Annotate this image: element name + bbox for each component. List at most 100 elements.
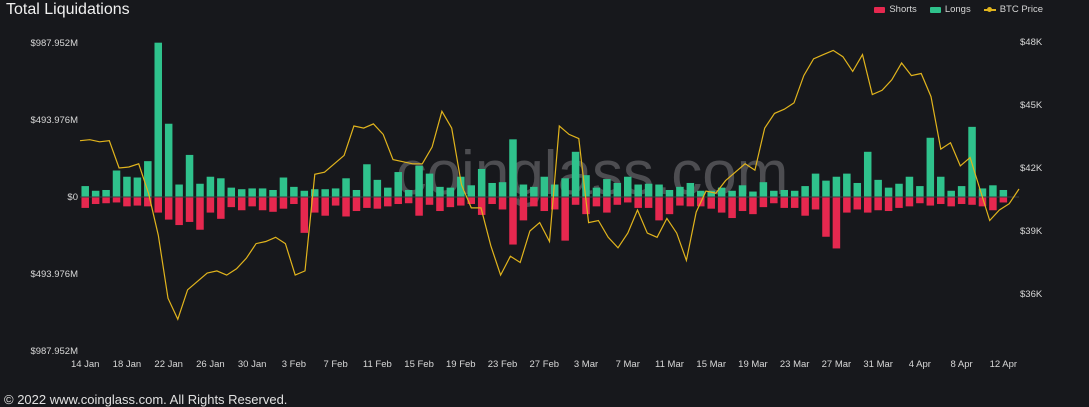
short-bar[interactable] xyxy=(384,197,392,207)
short-bar[interactable] xyxy=(488,197,496,205)
long-bar[interactable] xyxy=(623,176,632,197)
long-bar[interactable] xyxy=(331,188,340,197)
long-bar[interactable] xyxy=(728,190,736,197)
short-bar[interactable] xyxy=(509,197,517,245)
short-bar[interactable] xyxy=(571,197,580,205)
short-bar[interactable] xyxy=(561,197,569,241)
long-bar[interactable] xyxy=(363,164,371,197)
short-bar[interactable] xyxy=(644,197,653,208)
long-bar[interactable] xyxy=(175,184,183,197)
short-bar[interactable] xyxy=(300,197,309,233)
short-bar[interactable] xyxy=(91,197,100,205)
short-bar[interactable] xyxy=(603,197,611,213)
long-bar[interactable] xyxy=(258,188,267,197)
long-bar[interactable] xyxy=(112,170,121,197)
short-bar[interactable] xyxy=(217,197,225,219)
short-bar[interactable] xyxy=(801,197,809,216)
short-bar[interactable] xyxy=(519,197,528,221)
long-bar[interactable] xyxy=(446,187,455,197)
long-bar[interactable] xyxy=(352,189,361,197)
short-bar[interactable] xyxy=(728,197,736,219)
long-bar[interactable] xyxy=(644,183,653,197)
long-bar[interactable] xyxy=(770,190,778,197)
long-bar[interactable] xyxy=(561,178,569,197)
long-bar[interactable] xyxy=(916,186,924,197)
long-bar[interactable] xyxy=(665,189,674,197)
short-bar[interactable] xyxy=(164,197,173,220)
short-bar[interactable] xyxy=(196,197,204,230)
long-bar[interactable] xyxy=(853,182,862,197)
short-bar[interactable] xyxy=(822,197,830,237)
long-bar[interactable] xyxy=(790,190,799,197)
short-bar[interactable] xyxy=(81,197,89,208)
long-bar[interactable] xyxy=(738,185,747,197)
long-bar[interactable] xyxy=(102,189,110,197)
long-bar[interactable] xyxy=(926,137,935,197)
short-bar[interactable] xyxy=(936,197,945,205)
long-bar[interactable] xyxy=(342,178,350,197)
short-bar[interactable] xyxy=(404,197,413,204)
short-bar[interactable] xyxy=(530,197,538,207)
short-bar[interactable] xyxy=(676,197,684,206)
long-bar[interactable] xyxy=(530,186,538,197)
short-bar[interactable] xyxy=(123,197,131,207)
long-bar[interactable] xyxy=(509,139,517,197)
short-bar[interactable] xyxy=(248,197,256,207)
short-bar[interactable] xyxy=(185,197,194,222)
long-bar[interactable] xyxy=(655,184,663,197)
short-bar[interactable] xyxy=(436,197,444,212)
short-bar[interactable] xyxy=(843,197,851,213)
long-bar[interactable] xyxy=(676,186,684,197)
short-bar[interactable] xyxy=(279,197,288,209)
long-bar[interactable] xyxy=(394,172,402,197)
long-bar[interactable] xyxy=(957,186,966,197)
long-bar[interactable] xyxy=(936,176,945,197)
long-bar[interactable] xyxy=(749,191,757,197)
short-bar[interactable] xyxy=(363,197,371,208)
long-bar[interactable] xyxy=(571,151,580,197)
short-bar[interactable] xyxy=(916,197,924,204)
long-bar[interactable] xyxy=(811,173,820,197)
long-bar[interactable] xyxy=(384,187,392,197)
long-bar[interactable] xyxy=(592,187,601,197)
long-bar[interactable] xyxy=(989,185,997,197)
long-bar[interactable] xyxy=(279,177,288,197)
long-bar[interactable] xyxy=(436,186,444,197)
long-bar[interactable] xyxy=(154,42,163,198)
long-bar[interactable] xyxy=(843,173,851,197)
short-bar[interactable] xyxy=(905,197,914,207)
short-bar[interactable] xyxy=(770,197,778,204)
long-bar[interactable] xyxy=(290,186,298,197)
short-bar[interactable] xyxy=(968,197,976,205)
short-bar[interactable] xyxy=(707,197,715,209)
short-bar[interactable] xyxy=(352,197,361,212)
short-bar[interactable] xyxy=(895,197,903,208)
long-bar[interactable] xyxy=(185,154,194,197)
short-bar[interactable] xyxy=(717,197,726,213)
short-bar[interactable] xyxy=(540,197,549,212)
long-bar[interactable] xyxy=(248,188,256,197)
long-bar[interactable] xyxy=(237,189,246,197)
long-bar[interactable] xyxy=(321,189,329,197)
long-bar[interactable] xyxy=(373,179,382,197)
long-bar[interactable] xyxy=(686,182,695,197)
short-bar[interactable] xyxy=(457,197,465,206)
short-bar[interactable] xyxy=(832,197,841,249)
long-bar[interactable] xyxy=(217,178,225,197)
short-bar[interactable] xyxy=(269,197,277,212)
long-bar[interactable] xyxy=(759,182,768,197)
short-bar[interactable] xyxy=(290,197,298,205)
short-bar[interactable] xyxy=(321,197,329,216)
long-bar[interactable] xyxy=(425,173,434,197)
short-bar[interactable] xyxy=(154,197,163,213)
short-bar[interactable] xyxy=(926,197,935,206)
short-bar[interactable] xyxy=(394,197,402,205)
long-bar[interactable] xyxy=(269,189,277,197)
long-bar[interactable] xyxy=(780,189,789,197)
long-bar[interactable] xyxy=(477,168,486,197)
long-bar[interactable] xyxy=(81,186,89,197)
short-bar[interactable] xyxy=(634,197,642,208)
short-bar[interactable] xyxy=(623,197,632,203)
short-bar[interactable] xyxy=(237,197,246,211)
short-bar[interactable] xyxy=(175,197,183,226)
